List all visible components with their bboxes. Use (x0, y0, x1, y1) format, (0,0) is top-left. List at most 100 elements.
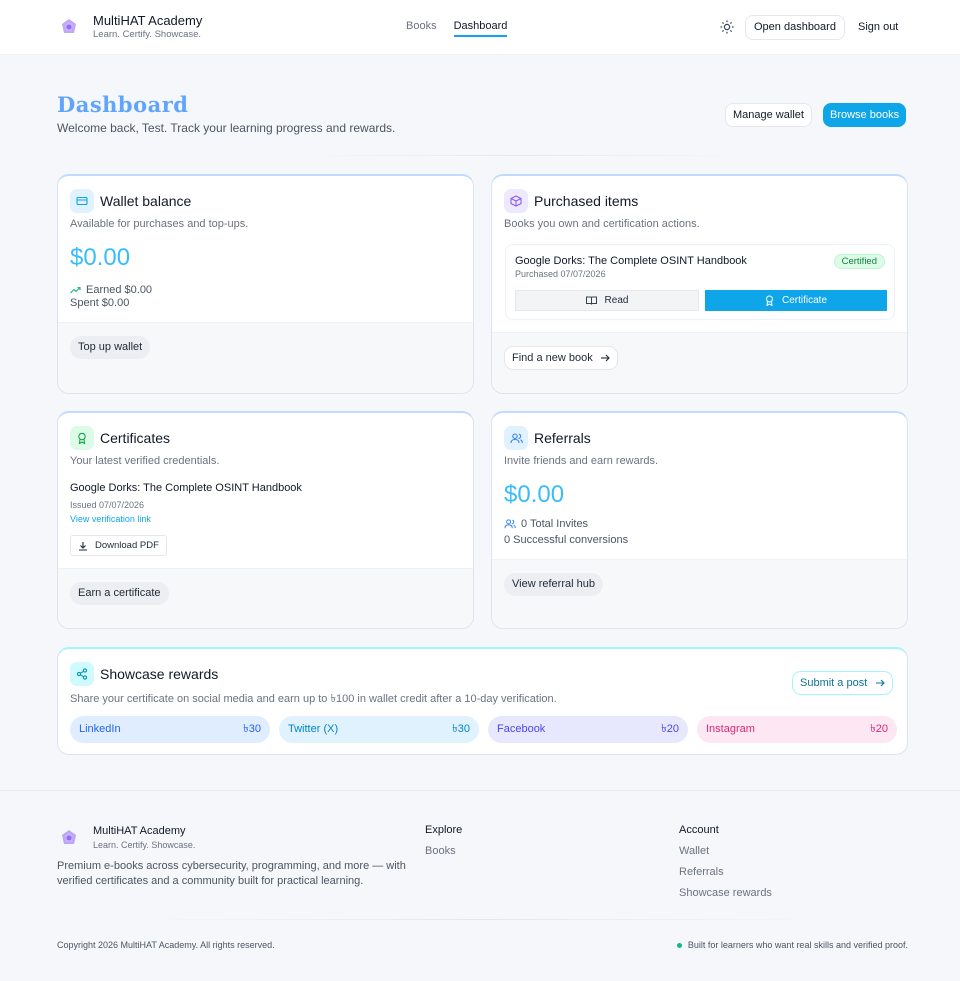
footer-link-books[interactable]: Books (425, 845, 456, 857)
page-subtitle: Welcome back, Test. Track your learning … (57, 121, 396, 135)
verification-link[interactable]: View verification link (70, 514, 151, 524)
browse-books-button[interactable]: Browse books (823, 103, 907, 127)
certified-badge: Certified (833, 254, 885, 269)
purchased-desc: Books you own and certification actions. (504, 218, 700, 230)
footer-brand[interactable]: MultiHAT Academy Learn. Certify. Showcas… (58, 824, 195, 852)
footer-link-showcase[interactable]: Showcase rewards (679, 887, 772, 899)
referrals-desc: Invite friends and earn rewards. (504, 455, 659, 467)
footer-divider (140, 919, 820, 920)
main-nav: Books Dashboard (406, 20, 524, 37)
read-button[interactable]: Read (515, 290, 699, 311)
footer-account-title: Account (679, 824, 719, 836)
find-new-book-label: Find a new book (512, 352, 593, 364)
award-icon (70, 426, 94, 450)
platform-name: Twitter (X) (288, 723, 339, 735)
purchased-item-date: Purchased 07/07/2026 (515, 269, 606, 279)
referrals-card: Referrals Invite friends and earn reward… (491, 411, 908, 629)
wallet-spent: Spent $0.00 (70, 297, 130, 309)
purchased-item-title: Google Dorks: The Complete OSINT Handboo… (515, 255, 747, 267)
platform-name: Instagram (706, 723, 755, 735)
download-pdf-label: Download PDF (95, 540, 159, 551)
find-new-book-button[interactable]: Find a new book (504, 346, 618, 370)
certificate-item-title: Google Dorks: The Complete OSINT Handboo… (70, 482, 302, 494)
arrow-right-icon (600, 354, 610, 362)
platform-instagram[interactable]: Instagram ৳20 (697, 716, 897, 743)
footer-tagline: Built for learners who want real skills … (676, 940, 908, 950)
footer-brand-tagline: Learn. Certify. Showcase. (93, 840, 196, 850)
earn-certificate-button[interactable]: Earn a certificate (70, 582, 169, 605)
wallet-amount: $0.00 (70, 244, 131, 271)
purchased-footer: Find a new book (492, 332, 907, 393)
download-icon (78, 541, 88, 551)
wallet-earned: Earned $0.00 (86, 284, 153, 296)
logo-icon (58, 827, 80, 849)
brand[interactable]: MultiHAT Academy Learn. Certify. Showcas… (58, 13, 202, 41)
referrals-title: Referrals (534, 430, 591, 446)
purchased-title: Purchased items (534, 193, 639, 209)
logo-icon (58, 16, 80, 38)
page-title: Dashboard (57, 92, 189, 117)
view-referral-hub-button[interactable]: View referral hub (504, 573, 603, 596)
submit-post-label: Submit a post (800, 677, 868, 689)
purchased-item: Google Dorks: The Complete OSINT Handboo… (505, 244, 895, 320)
share-icon (70, 662, 94, 686)
total-invites: 0 Total Invites (521, 518, 589, 530)
wallet-card: Wallet balance Available for purchases a… (57, 174, 474, 394)
users-icon (504, 426, 528, 450)
showcase-desc: Share your certificate on social media a… (70, 693, 557, 705)
showcase-card: Showcase rewards Share your certificate … (57, 647, 908, 755)
certificates-title: Certificates (100, 430, 171, 446)
site-footer: MultiHAT Academy Learn. Certify. Showcas… (0, 790, 960, 981)
purchased-card: Purchased items Books you own and certif… (491, 174, 908, 394)
platform-reward: ৳20 (661, 723, 679, 735)
wallet-icon (70, 189, 94, 213)
certificates-desc: Your latest verified credentials. (70, 455, 220, 467)
platform-reward: ৳30 (452, 723, 470, 735)
certificate-issued: Issued 07/07/2026 (70, 500, 145, 510)
footer-about: Premium e-books across cybersecurity, pr… (57, 860, 406, 887)
top-up-wallet-button[interactable]: Top up wallet (70, 336, 151, 359)
footer-link-wallet[interactable]: Wallet (679, 845, 709, 857)
sun-icon[interactable] (720, 20, 734, 34)
users-small-icon (504, 519, 516, 529)
brand-tagline: Learn. Certify. Showcase. (93, 29, 202, 40)
certificates-footer: Earn a certificate (58, 568, 473, 628)
read-label: Read (604, 295, 629, 306)
copyright: Copyright 2026 MultiHAT Academy. All rig… (57, 940, 275, 950)
footer-explore-title: Explore (425, 824, 463, 836)
nav-books[interactable]: Books (406, 20, 437, 37)
award-icon (765, 295, 774, 306)
certificate-button[interactable]: Certificate (705, 290, 887, 311)
top-header: MultiHAT Academy Learn. Certify. Showcas… (0, 0, 960, 55)
heading-divider (300, 155, 740, 156)
wallet-footer: Top up wallet (58, 322, 473, 393)
platform-reward: ৳30 (243, 723, 261, 735)
certificates-card: Certificates Your latest verified creden… (57, 411, 474, 629)
download-pdf-button[interactable]: Download PDF (70, 535, 167, 556)
platform-name: LinkedIn (79, 723, 121, 735)
successful-conversions: 0 Successful conversions (504, 534, 629, 546)
open-dashboard-button[interactable]: Open dashboard (745, 15, 845, 40)
manage-wallet-button[interactable]: Manage wallet (725, 103, 812, 127)
footer-brand-title: MultiHAT Academy (93, 825, 186, 837)
platform-name: Facebook (497, 723, 546, 735)
referrals-footer: View referral hub (492, 559, 907, 628)
footer-tagline-text: Built for learners who want real skills … (687, 940, 908, 950)
cube-icon (504, 189, 528, 213)
status-dot-icon (676, 942, 682, 948)
wallet-desc: Available for purchases and top-ups. (70, 218, 249, 230)
referrals-amount: $0.00 (504, 481, 565, 508)
certificate-label: Certificate (781, 295, 827, 306)
showcase-title: Showcase rewards (100, 666, 219, 682)
platform-linkedin[interactable]: LinkedIn ৳30 (70, 716, 270, 743)
sign-out-link[interactable]: Sign out (858, 21, 898, 33)
submit-post-button[interactable]: Submit a post (792, 671, 894, 695)
platform-reward: ৳20 (870, 723, 888, 735)
footer-link-referrals[interactable]: Referrals (679, 866, 724, 878)
platform-facebook[interactable]: Facebook ৳20 (488, 716, 688, 743)
nav-dashboard[interactable]: Dashboard (453, 20, 508, 37)
platform-twitter[interactable]: Twitter (X) ৳30 (279, 716, 479, 743)
book-open-icon (585, 296, 597, 305)
brand-title: MultiHAT Academy (93, 13, 203, 28)
arrow-right-icon (875, 679, 886, 687)
